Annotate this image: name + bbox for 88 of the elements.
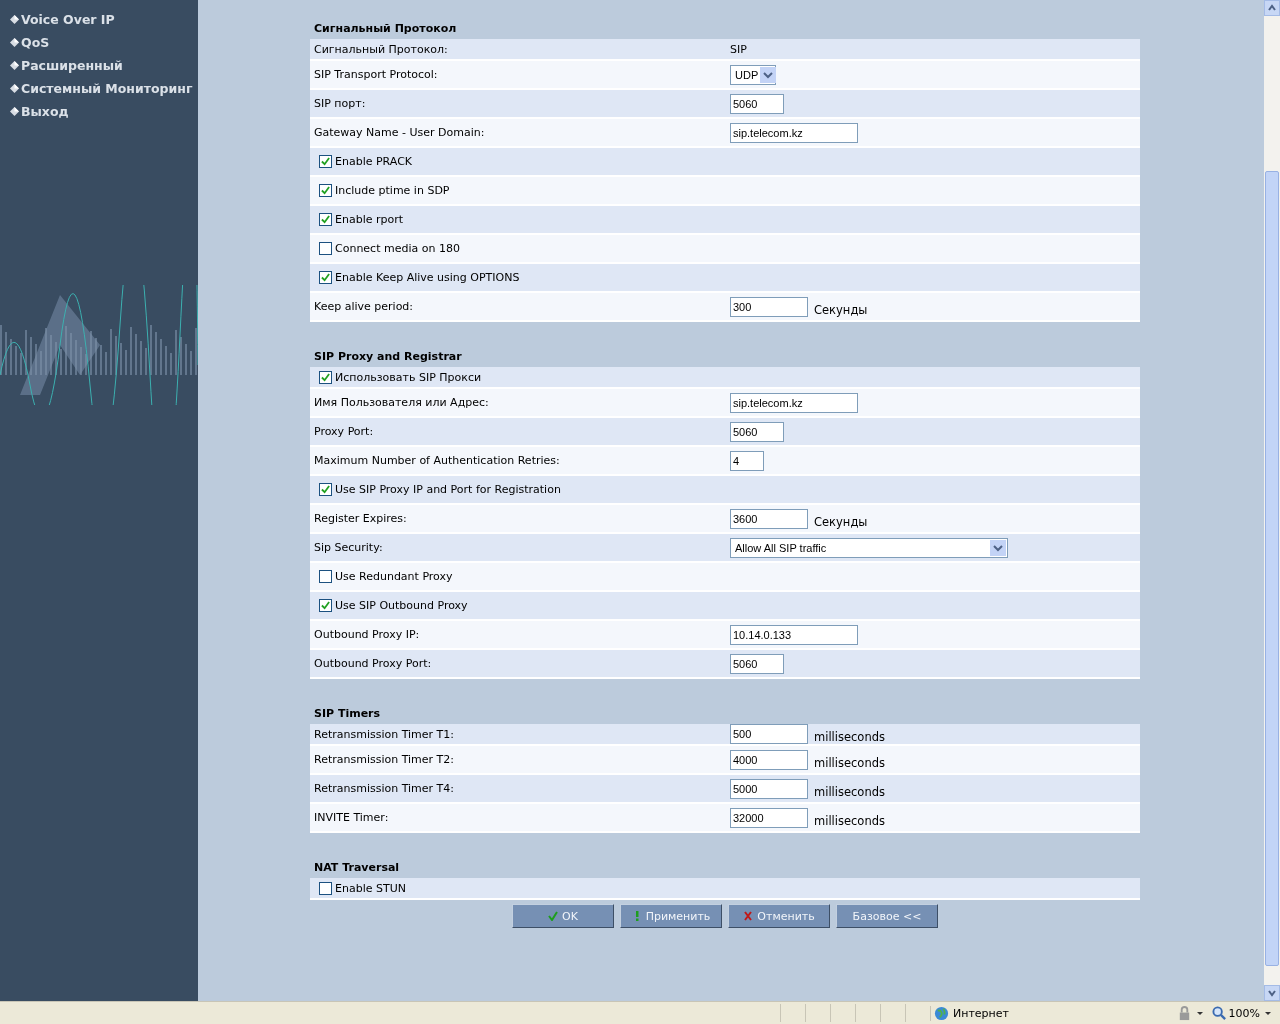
- field-label: INVITE Timer:: [314, 811, 389, 824]
- zone-label: Интернет: [953, 1006, 1009, 1020]
- section-heading: SIP Timers: [313, 706, 382, 722]
- field-label: Proxy Port:: [314, 425, 374, 438]
- section-heading: NAT Traversal: [313, 860, 401, 876]
- sidebar-item[interactable]: Voice Over IP: [10, 10, 198, 28]
- checkbox[interactable]: [319, 370, 332, 384]
- sidebar-item[interactable]: Системный Мониторинг: [10, 79, 198, 97]
- chevron-up-icon: [1267, 3, 1277, 13]
- checkbox[interactable]: [319, 213, 332, 226]
- input-field[interactable]: 5060: [730, 653, 784, 674]
- checkbox-label: Enable Keep Alive using OPTIONS: [335, 271, 520, 284]
- checkbox-label: Использовать SIP Прокси: [335, 370, 482, 384]
- input-field[interactable]: 5060: [730, 421, 784, 442]
- field-label: Сигнальный Протокол:: [314, 42, 448, 56]
- diamond-bullet-icon: [10, 14, 19, 24]
- zoom-level[interactable]: 100%: [1228, 1006, 1260, 1020]
- unit-label: milliseconds: [814, 755, 885, 770]
- checkbox-label: Use SIP Proxy IP and Port for Registration: [335, 483, 561, 496]
- field-label: Retransmission Timer T2:: [314, 753, 455, 766]
- field-label: Outbound Proxy Port:: [314, 657, 432, 670]
- diamond-bullet-icon: [10, 60, 19, 70]
- unit-label: milliseconds: [814, 813, 885, 828]
- checkbox[interactable]: [319, 271, 332, 284]
- dropdown-arrow-icon[interactable]: [1195, 1009, 1204, 1017]
- dropdown[interactable]: Allow All SIP traffic: [730, 537, 1008, 558]
- checkbox[interactable]: [319, 570, 332, 583]
- section-heading: Сигнальный Протокол: [313, 21, 458, 37]
- input-field[interactable]: 32000: [730, 807, 808, 828]
- checkbox-label: Include ptime in SDP: [335, 184, 450, 197]
- field-label: SIP порт:: [314, 97, 366, 110]
- checkbox[interactable]: [319, 155, 332, 168]
- checkbox-label: Use Redundant Proxy: [335, 570, 453, 583]
- sidebar-item[interactable]: Расширенный: [10, 56, 198, 74]
- dropdown-caret-icon: [760, 66, 777, 83]
- unit-label: Секунды: [814, 514, 868, 529]
- field-label: Maximum Number of Authentication Retries:: [314, 454, 560, 467]
- input-field[interactable]: 4000: [730, 749, 808, 770]
- scrollbar[interactable]: [1264, 0, 1280, 1001]
- checkbox-label: Connect media on 180: [335, 242, 460, 255]
- unit-label: Секунды: [814, 302, 868, 317]
- diamond-bullet-icon: [10, 83, 19, 93]
- sidebar-item[interactable]: QoS: [10, 33, 198, 51]
- input-field[interactable]: 300: [730, 296, 808, 317]
- globe-icon: [934, 1005, 949, 1021]
- field-value: SIP: [730, 42, 747, 56]
- section-heading: SIP Proxy and Registrar: [313, 349, 463, 365]
- checkbox-label: Enable rport: [335, 213, 404, 226]
- checkbox[interactable]: [319, 599, 332, 612]
- field-label: Retransmission Timer T1:: [314, 727, 455, 741]
- scroll-thumb[interactable]: [1265, 171, 1279, 966]
- checkbox-label: Enable STUN: [335, 881, 406, 895]
- diamond-bullet-icon: [10, 37, 19, 47]
- dropdown[interactable]: UDP: [730, 64, 776, 85]
- field-label: Keep alive period:: [314, 300, 414, 313]
- input-field[interactable]: sip.telecom.kz: [730, 122, 858, 143]
- input-field[interactable]: 500: [730, 724, 808, 744]
- field-label: Outbound Proxy IP:: [314, 628, 420, 641]
- input-field[interactable]: 3600: [730, 508, 808, 529]
- dropdown-arrow-icon[interactable]: [1264, 1009, 1272, 1017]
- unit-label: milliseconds: [814, 730, 885, 744]
- input-field[interactable]: 5000: [730, 778, 808, 799]
- dropdown-caret-icon: [990, 539, 1006, 556]
- field-label: Имя Пользователя или Адрес:: [314, 396, 489, 409]
- scroll-up-button[interactable]: [1264, 0, 1280, 16]
- field-label: SIP Transport Protocol:: [314, 68, 438, 81]
- field-label: Register Expires:: [314, 512, 407, 525]
- checkbox-label: Use SIP Outbound Proxy: [335, 599, 468, 612]
- chevron-down-icon: [1267, 988, 1277, 998]
- diamond-bullet-icon: [10, 106, 19, 116]
- magnifier-icon[interactable]: [1211, 1005, 1227, 1021]
- checkbox[interactable]: [319, 242, 332, 255]
- input-field[interactable]: 4: [730, 450, 764, 471]
- input-field[interactable]: 10.14.0.133: [730, 624, 858, 645]
- checkmark-icon: [548, 911, 559, 921]
- input-field[interactable]: sip.telecom.kz: [730, 392, 858, 413]
- checkbox[interactable]: [319, 881, 332, 895]
- field-label: Retransmission Timer T4:: [314, 782, 455, 795]
- unit-label: milliseconds: [814, 784, 885, 799]
- field-label: Sip Security:: [314, 541, 383, 554]
- field-label: Gateway Name - User Domain:: [314, 126, 485, 139]
- sidebar-item[interactable]: Выход: [10, 102, 198, 120]
- cross-icon: [743, 911, 754, 921]
- scroll-down-button[interactable]: [1264, 985, 1280, 1001]
- input-field[interactable]: 5060: [730, 93, 784, 114]
- checkbox-label: Enable PRACK: [335, 155, 413, 168]
- checkbox[interactable]: [319, 184, 332, 197]
- checkbox[interactable]: [319, 483, 332, 496]
